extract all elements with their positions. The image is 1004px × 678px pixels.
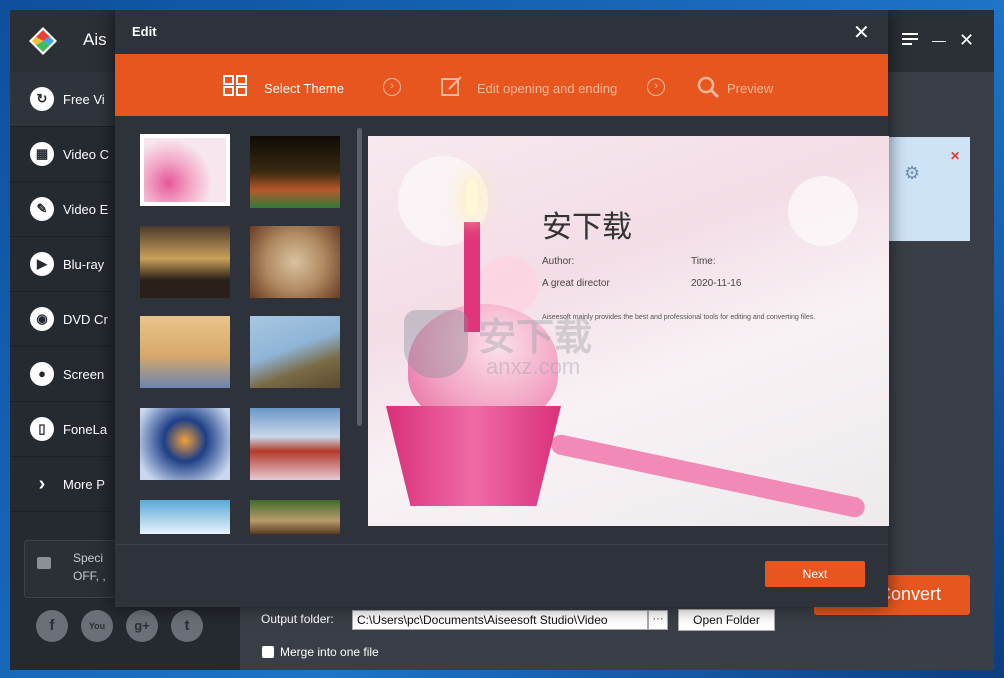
- theme-preview: 安下载 Author: A great director Time: 2020-…: [368, 136, 889, 526]
- chat-icon: [37, 557, 51, 569]
- step-label: Preview: [727, 81, 774, 96]
- play-icon: ▶: [30, 252, 54, 276]
- edit-icon: [441, 76, 462, 96]
- preview-ribbon: [549, 432, 867, 520]
- camera-icon: ●: [30, 362, 54, 386]
- merge-checkbox[interactable]: [262, 646, 274, 658]
- preview-bokeh: [788, 176, 858, 246]
- sidebar-item-label: More P: [63, 477, 105, 492]
- theme-thumbnail[interactable]: [250, 136, 340, 208]
- output-folder-input[interactable]: C:\Users\pc\Documents\Aiseesoft Studio\V…: [352, 610, 648, 630]
- chevron-right-icon: ›: [647, 78, 665, 96]
- sidebar-item-label: Screen: [63, 367, 105, 382]
- chevron-right-icon: ›: [383, 78, 401, 96]
- app-title: Ais: [83, 30, 107, 49]
- gear-icon[interactable]: ⚙: [904, 163, 920, 184]
- search-icon: [697, 76, 719, 98]
- sidebar-item-label: FoneLa: [63, 422, 108, 437]
- theme-thumbnail[interactable]: [140, 226, 230, 298]
- theme-mount-fuji-pagoda: [250, 408, 340, 480]
- preview-title: 安下载: [542, 210, 632, 245]
- watermark-shield-icon: [404, 310, 468, 378]
- author-value: A great director: [542, 278, 610, 289]
- app-window: Ais — ✕ ↻ Free Vi ▦ Video C ✎ Video E ▶ …: [10, 10, 994, 670]
- theme-thumbnail[interactable]: [250, 500, 340, 534]
- googleplus-icon[interactable]: g+: [126, 610, 158, 642]
- app-logo-icon: [29, 27, 57, 55]
- task-item[interactable]: ⚙ ✕: [870, 137, 970, 241]
- step-label: Select Theme: [264, 81, 344, 96]
- time-value: 2020-11-16: [691, 278, 742, 289]
- output-folder-label: Output folder:: [261, 612, 334, 626]
- theme-winter-cabin: [140, 408, 230, 480]
- sidebar-item-label: Video E: [63, 202, 109, 217]
- special-offer-line2: OFF, ,: [73, 569, 106, 583]
- theme-family-sunset: [140, 226, 230, 298]
- sidebar-item-label: DVD Cr: [63, 312, 108, 327]
- dialog-footer: Next: [115, 544, 888, 607]
- next-button[interactable]: Next: [765, 561, 865, 587]
- watermark-text-cn: 安下载: [478, 315, 593, 359]
- disc-icon: ◉: [30, 307, 54, 331]
- step-bar: Select Theme › Edit opening and ending ›…: [115, 54, 888, 116]
- twitter-icon[interactable]: t: [171, 610, 203, 642]
- preview-cupcake: [386, 406, 561, 506]
- theme-thumbnail[interactable]: [250, 226, 340, 298]
- theme-list-scrollbar[interactable]: [357, 128, 362, 426]
- chevron-right-icon: ›: [38, 473, 46, 495]
- browse-button[interactable]: ···: [648, 610, 668, 630]
- theme-thumbnail[interactable]: [250, 408, 340, 480]
- sidebar-item-label: Blu-ray: [63, 257, 105, 272]
- theme-eiffel-tower: [140, 316, 230, 388]
- sidebar-item-label: Video C: [63, 147, 110, 162]
- theme-thumbnail[interactable]: [140, 408, 230, 480]
- edit-dialog: Edit ✕ Select Theme › Edit opening and e…: [115, 10, 889, 607]
- merge-label: Merge into one file: [280, 645, 379, 659]
- step-label: Edit opening and ending: [477, 81, 618, 96]
- palette-icon: ✎: [30, 197, 54, 221]
- dialog-close-icon[interactable]: ✕: [853, 20, 870, 45]
- theme-horse-racing: [250, 500, 340, 534]
- preview-flame: [466, 180, 478, 216]
- convert-icon: ↻: [30, 87, 54, 111]
- facebook-icon[interactable]: f: [36, 610, 68, 642]
- film-icon: ▦: [30, 142, 54, 166]
- theme-christmas-frame: [250, 226, 340, 298]
- youtube-icon[interactable]: You: [81, 610, 113, 642]
- author-label: Author:: [542, 256, 575, 267]
- theme-thumbnail[interactable]: [140, 134, 230, 206]
- open-folder-button[interactable]: Open Folder: [678, 609, 775, 631]
- minimize-button[interactable]: —: [932, 32, 946, 48]
- theme-birthday-cake-candles: [250, 136, 340, 208]
- watermark-text-en: anxz.com: [486, 354, 581, 379]
- close-button[interactable]: ✕: [959, 30, 974, 51]
- theme-birthday-cupcake: [144, 138, 226, 202]
- menu-icon[interactable]: [902, 30, 918, 51]
- sidebar-item-label: Free Vi: [63, 92, 105, 107]
- watermark: 安下载 anxz.com: [404, 306, 660, 386]
- task-close-icon[interactable]: ✕: [950, 149, 960, 163]
- dialog-title: Edit: [132, 24, 157, 39]
- special-offer-line1: Speci: [73, 551, 104, 565]
- phone-icon: ▯: [30, 417, 54, 441]
- theme-thumbnail[interactable]: [250, 316, 340, 388]
- theme-sky-clouds: [140, 500, 230, 534]
- theme-motocross: [250, 316, 340, 388]
- theme-thumbnail[interactable]: [140, 316, 230, 388]
- time-label: Time:: [691, 256, 716, 267]
- theme-thumbnail[interactable]: [140, 500, 230, 534]
- theme-grid-icon: [223, 75, 247, 96]
